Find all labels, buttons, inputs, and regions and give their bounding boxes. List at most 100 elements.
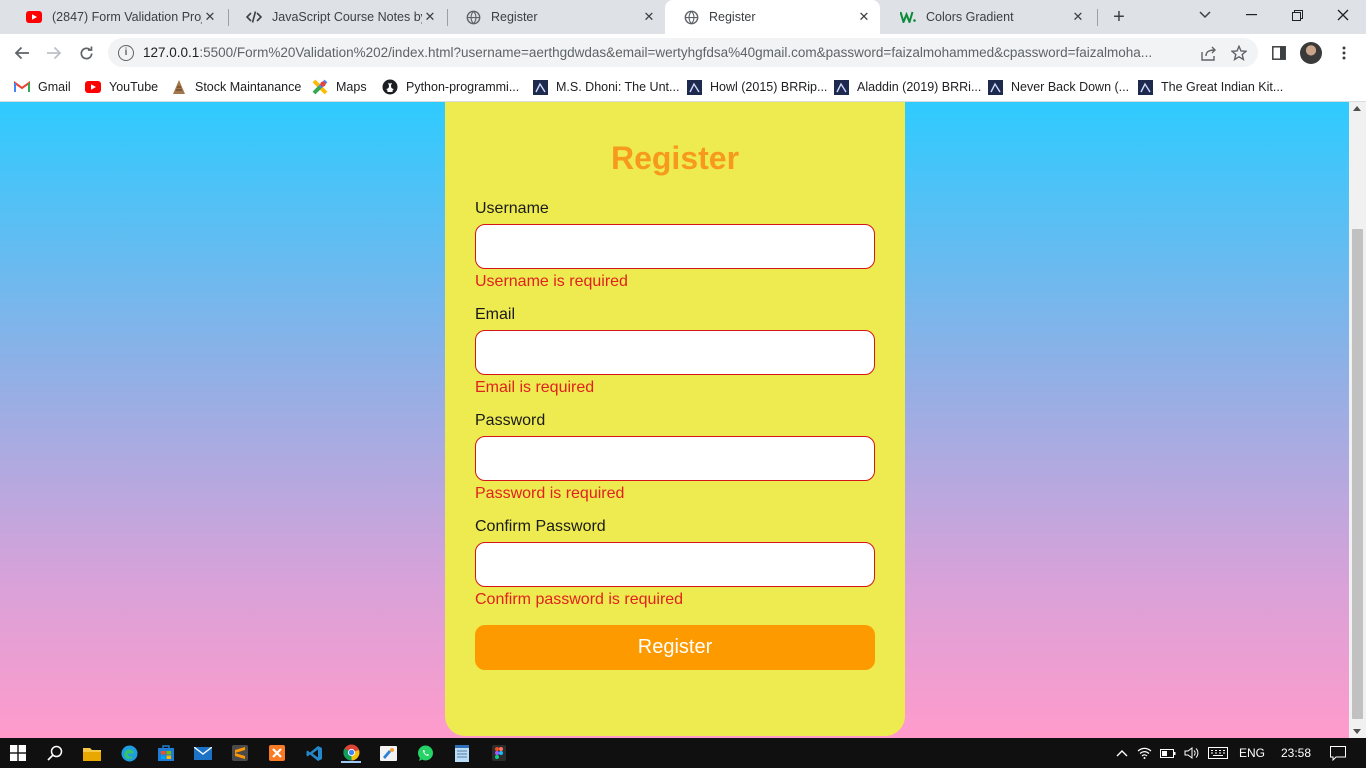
tab-register-1[interactable]: Register ✕ — [447, 0, 665, 34]
movie-icon — [1137, 79, 1153, 95]
tab-form-validation-project[interactable]: (2847) Form Validation Proje ✕ — [8, 0, 226, 34]
bookmark-label: Maps — [336, 80, 367, 94]
github-icon — [382, 79, 398, 95]
vscode-icon[interactable] — [304, 743, 324, 763]
close-icon[interactable]: ✕ — [202, 9, 218, 25]
figma-icon[interactable] — [489, 743, 509, 763]
email-error: Email is required — [475, 379, 595, 396]
bookmark-star-icon[interactable] — [1230, 44, 1248, 62]
new-tab-button[interactable]: + — [1108, 6, 1130, 28]
scrollbar-thumb[interactable] — [1352, 229, 1363, 719]
wifi-icon[interactable] — [1132, 747, 1156, 759]
battery-icon[interactable] — [1156, 748, 1180, 758]
scroll-down-arrow-icon[interactable] — [1353, 729, 1361, 734]
paint-icon[interactable] — [378, 743, 398, 763]
whatsapp-icon[interactable] — [415, 743, 435, 763]
bookmark-youtube[interactable]: YouTube — [85, 77, 158, 97]
url-host: 127.0.0.1 — [143, 45, 200, 60]
restore-button[interactable] — [1274, 0, 1320, 30]
bookmark-label: Never Back Down (... — [1011, 80, 1130, 94]
register-form: Register Username Username is required E… — [445, 102, 905, 736]
show-hidden-icons-icon[interactable] — [1112, 749, 1132, 757]
address-bar[interactable]: i 127.0.0.1:5500/Form%20Validation%202/i… — [108, 38, 1258, 67]
bookmark-howl[interactable]: Howl (2015) BRRip... — [686, 77, 827, 97]
reload-button[interactable] — [72, 40, 100, 66]
bookmark-great-indian-kitchen[interactable]: The Great Indian Kit... — [1137, 77, 1283, 97]
minimize-button[interactable] — [1228, 0, 1274, 30]
bookmark-label: The Great Indian Kit... — [1161, 80, 1284, 94]
confirm-password-error: Confirm password is required — [475, 591, 684, 608]
close-window-button[interactable] — [1320, 0, 1366, 30]
xampp-icon[interactable] — [267, 743, 287, 763]
page-viewport: Register Username Username is required E… — [0, 102, 1349, 738]
email-label: Email — [475, 306, 516, 323]
username-label: Username — [475, 200, 549, 217]
bookmark-gmail[interactable]: Gmail — [14, 77, 71, 97]
bookmark-label: Python-programmi... — [406, 80, 520, 94]
bookmark-ms-dhoni[interactable]: M.S. Dhoni: The Unt... — [532, 77, 679, 97]
sublime-text-icon[interactable] — [230, 743, 250, 763]
tab-label: Colors Gradient — [926, 10, 1014, 24]
back-button[interactable] — [8, 40, 36, 66]
close-icon[interactable]: ✕ — [641, 9, 657, 25]
password-input[interactable] — [475, 436, 875, 481]
register-button[interactable]: Register — [475, 625, 875, 670]
volume-icon[interactable] — [1180, 747, 1204, 759]
bookmark-aladdin[interactable]: Aladdin (2019) BRRi... — [833, 77, 981, 97]
username-input[interactable] — [475, 224, 875, 269]
tab-search-button[interactable] — [1182, 0, 1228, 30]
bookmark-label: Howl (2015) BRRip... — [710, 80, 828, 94]
username-error: Username is required — [475, 273, 628, 290]
scroll-up-arrow-icon[interactable] — [1353, 106, 1361, 111]
notification-center-icon[interactable] — [1320, 745, 1356, 761]
language-indicator[interactable]: ENG — [1232, 746, 1272, 760]
movie-icon — [833, 79, 849, 95]
share-icon[interactable] — [1200, 44, 1218, 62]
w-site-icon — [900, 9, 916, 25]
file-explorer-icon[interactable] — [82, 743, 102, 763]
menu-icon[interactable] — [1334, 43, 1354, 63]
bookmarks-bar: Gmail YouTube Stock Maintanance Maps Pyt… — [0, 72, 1366, 102]
tab-strip: (2847) Form Validation Proje ✕ JavaScrip… — [0, 0, 1366, 34]
keyboard-icon[interactable] — [1204, 747, 1232, 759]
bookmark-python-programming[interactable]: Python-programmi... — [382, 77, 519, 97]
tab-javascript-course-notes[interactable]: JavaScript Course Notes by L ✕ — [228, 0, 446, 34]
confirm-password-input[interactable] — [475, 542, 875, 587]
mail-icon[interactable] — [193, 743, 213, 763]
site-info-icon[interactable]: i — [118, 44, 134, 61]
url-path: :5500/Form%20Validation%202/index.html?u… — [199, 45, 1153, 60]
password-label: Password — [475, 412, 546, 429]
clock[interactable]: 23:58 — [1272, 746, 1320, 760]
email-input[interactable] — [475, 330, 875, 375]
movie-icon — [987, 79, 1003, 95]
forward-button[interactable] — [40, 40, 68, 66]
bookmark-maps[interactable]: Maps — [312, 77, 367, 97]
windows-taskbar: ENG 23:58 — [0, 738, 1366, 768]
close-icon[interactable]: ✕ — [856, 9, 872, 25]
browser-toolbar: i 127.0.0.1:5500/Form%20Validation%202/i… — [0, 34, 1366, 72]
bookmark-never-back-down[interactable]: Never Back Down (... — [987, 77, 1129, 97]
notepad-icon[interactable] — [452, 743, 472, 763]
page-scrollbar[interactable] — [1349, 102, 1366, 738]
tab-register-active[interactable]: Register ✕ — [665, 0, 880, 34]
close-icon[interactable]: ✕ — [1070, 9, 1086, 25]
search-icon[interactable] — [45, 743, 65, 763]
side-panel-icon[interactable] — [1269, 43, 1289, 63]
code-icon — [246, 9, 262, 25]
edge-icon[interactable] — [119, 743, 139, 763]
bookmark-label: YouTube — [109, 80, 159, 94]
chrome-icon[interactable] — [341, 743, 361, 763]
microsoft-store-icon[interactable] — [156, 743, 176, 763]
tab-label: Register — [709, 10, 756, 24]
maps-icon — [312, 79, 328, 95]
tab-label: JavaScript Course Notes by L — [272, 10, 422, 24]
url-text: 127.0.0.1:5500/Form%20Validation%202/ind… — [143, 45, 1188, 60]
bookmark-stock-maintanance[interactable]: Stock Maintanance — [171, 77, 301, 97]
movie-icon — [686, 79, 702, 95]
tab-colors-gradient[interactable]: Colors Gradient ✕ — [882, 0, 1094, 34]
close-icon[interactable]: ✕ — [422, 9, 438, 25]
stock-icon — [171, 79, 187, 95]
profile-avatar[interactable] — [1300, 42, 1322, 64]
bookmark-label: M.S. Dhoni: The Unt... — [556, 80, 680, 94]
windows-start-icon[interactable] — [8, 743, 28, 763]
